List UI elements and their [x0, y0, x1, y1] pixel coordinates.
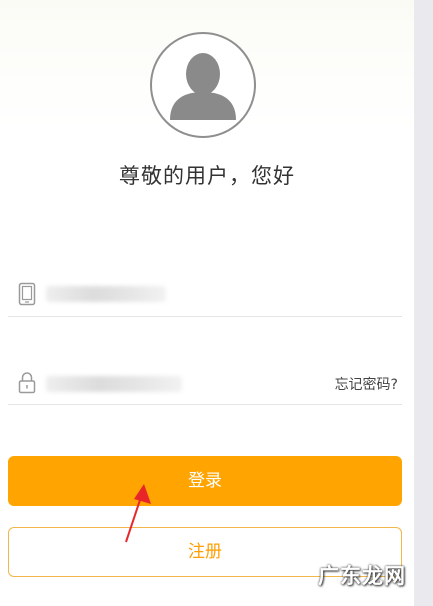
site-watermark: 广东龙网: [318, 564, 406, 588]
phone-icon: [18, 282, 36, 306]
annotation-arrow-icon: [125, 484, 151, 543]
avatar: [150, 32, 256, 138]
forgot-password-link[interactable]: 忘记密码?: [335, 374, 398, 394]
password-field[interactable]: 忘记密码?: [8, 358, 402, 405]
scrollbar-track: [414, 0, 433, 606]
phone-field[interactable]: [8, 270, 402, 317]
lock-icon: [18, 372, 36, 394]
user-silhouette-icon: [170, 53, 236, 120]
login-screen: 尊敬的用户，您好 忘记密码? 登录 注册: [0, 0, 414, 606]
phone-input-value[interactable]: [46, 286, 166, 302]
greeting-title: 尊敬的用户，您好: [119, 164, 295, 188]
login-button[interactable]: 登录: [8, 456, 402, 506]
password-input-value[interactable]: [46, 376, 182, 392]
